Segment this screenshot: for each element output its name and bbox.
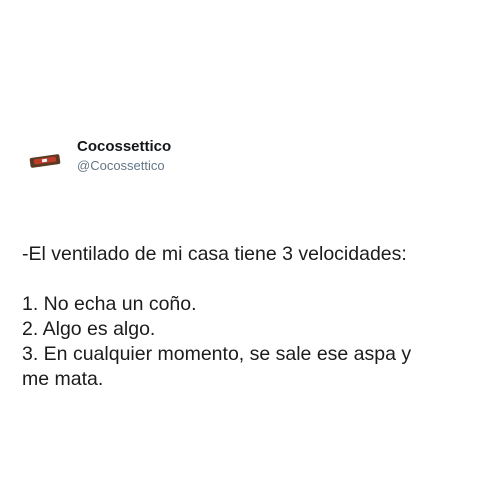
tweet-text-intro: -El ventilado de mi casa tiene 3 velocid… — [22, 243, 407, 265]
tweet-text-spacer — [22, 267, 492, 292]
tweet-text-item-1: 1. No echa un coño. — [22, 293, 197, 315]
author-display-name[interactable]: Cocossettico — [77, 138, 171, 156]
author-handle[interactable]: @Cocossettico — [77, 157, 171, 175]
tweet-card: Cocossettico @Cocossettico -El ventilado… — [0, 0, 500, 500]
tweet-header: Cocossettico @Cocossettico — [28, 138, 171, 178]
author-info: Cocossettico @Cocossettico — [77, 138, 171, 175]
avatar[interactable] — [28, 144, 62, 178]
tweet-text-item-2: 2. Algo es algo. — [22, 318, 156, 340]
tweet-text: -El ventilado de mi casa tiene 3 velocid… — [22, 242, 492, 392]
tweet-text-item-3-line-2: me mata. — [22, 368, 104, 390]
tweet-text-item-3-line-1: 3. En cualquier momento, se sale ese asp… — [22, 343, 412, 365]
